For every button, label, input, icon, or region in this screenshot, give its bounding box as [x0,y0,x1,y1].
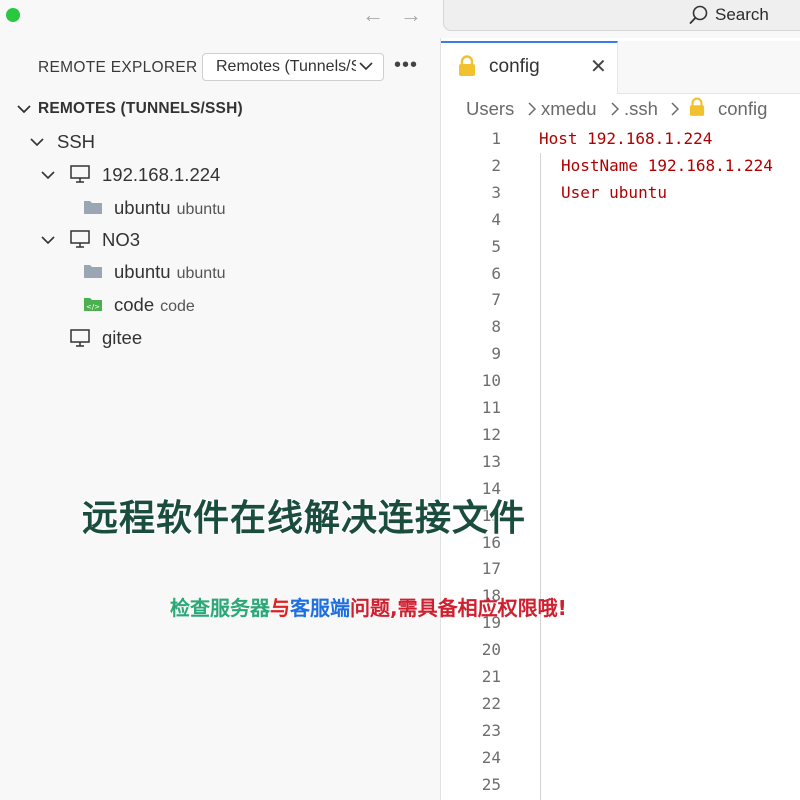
lock-icon [689,97,705,116]
overlay-subtitle: 检查服务器与客服端问题,需具备相应权限哦! [170,592,567,621]
line-number: 1 [491,129,501,148]
line-number: 10 [481,371,501,391]
chevron-down-icon[interactable] [30,137,44,147]
line-number: 8 [491,317,501,337]
tree-item-host-no3[interactable]: NO3 [102,229,140,251]
tree-item-folder-ubuntu[interactable]: ubuntu ubuntu [114,197,226,219]
code-line-1[interactable]: Host 192.168.1.224 [539,129,712,148]
line-number: 5 [491,236,501,256]
tree-item-host-192-168-1-224[interactable]: 192.168.1.224 [102,164,220,186]
remote-select-value: Remotes (Tunnels/SSH) [216,58,356,75]
chevron-down-icon[interactable] [41,235,55,245]
search-icon [689,5,708,24]
section-header-remotes[interactable]: REMOTES (TUNNELS/SSH) [38,100,243,118]
line-number: 21 [481,667,501,686]
forward-arrow-icon[interactable]: → [400,4,422,26]
line-number: 2 [491,155,501,175]
remote-type-select[interactable]: Remotes (Tunnels/SSH) [202,53,384,81]
tree-item-host-gitee[interactable]: gitee [102,327,142,349]
search-label: Search [715,5,769,24]
tree-item-ssh[interactable]: SSH [57,131,95,153]
line-number: 7 [491,290,501,310]
overlay-subtitle-part: 客服端 [290,596,350,620]
line-number: 22 [481,693,501,713]
more-actions-icon[interactable]: ••• [394,55,418,75]
line-number: 24 [481,747,501,767]
line-number: 25 [481,774,501,794]
tree-item-folder-ubuntu[interactable]: ubuntu ubuntu [114,261,226,283]
folder-label: code [114,294,155,315]
folder-description: code [160,298,195,315]
line-number: 11 [481,398,501,417]
line-number: 4 [491,209,501,229]
svg-text:</>: </> [86,303,100,311]
chevron-right-icon [671,102,679,116]
line-number: 3 [491,182,501,202]
folder-label: ubuntu [114,197,171,218]
overlay-subtitle-part: 问题,需具备相应权限哦! [350,596,567,620]
window-zoom-button[interactable] [6,8,20,22]
folder-label: ubuntu [114,261,171,282]
line-number: 17 [481,559,501,579]
line-number: 12 [481,424,501,444]
back-arrow-icon[interactable]: ← [362,4,384,26]
line-number: 20 [481,640,501,660]
folder-description: ubuntu [176,201,226,218]
monitor-icon [70,165,90,183]
overlay-subtitle-part: 检查服务器 [170,596,270,620]
line-number: 13 [481,451,501,471]
overlay-subtitle-part: 与 [270,596,290,620]
code-line-2[interactable]: HostName 192.168.1.224 [561,156,773,175]
overlay-title: 远程软件在线解决连接文件 [82,497,527,539]
line-number: 9 [491,344,501,364]
indent-guide [540,153,541,800]
chevron-right-icon [528,102,536,116]
folder-icon [84,201,102,214]
line-number: 23 [481,720,501,740]
tab-label: config [489,56,540,77]
folder-icon [84,265,102,278]
lock-icon [459,55,475,76]
breadcrumb-item[interactable]: .ssh [624,98,658,120]
monitor-icon [70,230,90,248]
folder-description: ubuntu [176,265,226,282]
breadcrumb-item[interactable]: Users [466,98,514,120]
sidebar-title: REMOTE EXPLORER [38,59,198,76]
close-icon[interactable]: ✕ [590,57,607,77]
chevron-down-icon[interactable] [17,104,31,114]
tree-item-folder-code[interactable]: code code [114,294,195,316]
breadcrumb-item[interactable]: config [718,98,767,120]
breadcrumb-item[interactable]: xmedu [541,98,597,120]
chevron-down-icon [359,62,373,71]
code-folder-icon: </> [84,298,102,311]
line-number: 6 [491,263,501,283]
monitor-icon [70,329,90,347]
code-line-3[interactable]: User ubuntu [561,183,667,202]
chevron-down-icon[interactable] [41,170,55,180]
chevron-right-icon [611,102,619,116]
